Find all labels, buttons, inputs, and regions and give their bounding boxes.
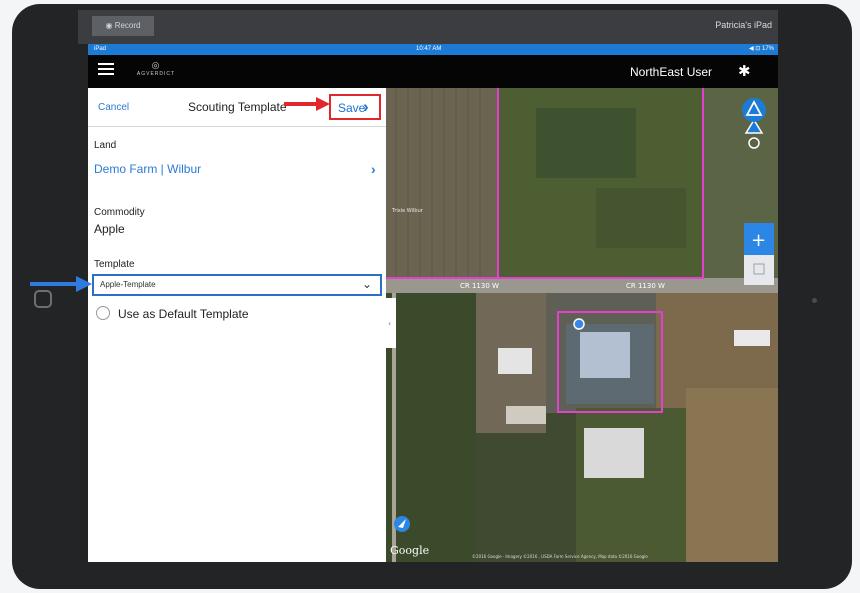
record-button[interactable]: ◉ Record [92,16,154,36]
field-label: Trixie Wilbur [391,208,424,214]
default-template-radio[interactable] [96,306,110,320]
status-time: 10:47 AM [416,46,442,52]
svg-text:‹: ‹ [388,319,391,328]
panel-title: Scouting Template [188,100,287,114]
logo-text: AGVERDICT [136,71,176,77]
status-battery: ◀ ⊡ 17% [749,46,774,52]
status-carrier: iPad [94,46,107,52]
hamburger-menu-icon[interactable] [98,63,114,76]
device-name: Patricia's iPad [715,20,772,30]
scouting-template-panel: Cancel Scouting Template Save › Land Dem… [88,88,386,562]
template-select-value: Apple-Template [100,280,156,289]
satellite-map[interactable]: + ‹ Trixie Wilbur CR 1130 W CR 1130 W Go… [386,88,778,562]
blue-arrow-annotation [30,276,92,292]
panel-header: Cancel Scouting Template Save › [88,88,386,127]
road-label: CR 1130 W [626,282,665,290]
map-copyright: ©2016 Google · Imagery ©2016 , USDA Farm… [472,554,648,559]
camera-dot [812,298,817,303]
svg-text:+: + [751,230,766,251]
commodity-label: Commodity [94,207,145,218]
land-label: Land [94,140,117,151]
road-label: CR 1130 W [460,282,499,290]
app-header: ◎ AGVERDICT NorthEast User ✱ [88,55,778,88]
recorder-bar [78,10,778,44]
chevron-down-icon: ⌄ [361,277,372,291]
commodity-value: Apple [94,222,125,236]
screen: iPad 10:47 AM ◀ ⊡ 17% ◎ AGVERDICT NorthEa… [88,44,778,562]
template-select[interactable]: Apple-Template ⌄ [92,274,382,296]
template-label: Template [94,259,135,270]
chevron-right-icon: › [363,97,369,116]
chevron-right-icon[interactable]: › [371,161,376,177]
red-arrow-annotation [284,97,330,111]
user-name[interactable]: NorthEast User [630,65,712,79]
gear-icon[interactable]: ✱ [738,62,751,80]
google-attribution: Google [390,544,429,557]
default-template-label[interactable]: Use as Default Template [118,307,249,321]
land-value[interactable]: Demo Farm | Wilbur [94,162,201,176]
cancel-button[interactable]: Cancel [98,102,129,113]
map-imagery: + ‹ Trixie Wilbur CR 1130 W CR 1130 W Go… [386,88,778,562]
status-bar: iPad 10:47 AM ◀ ⊡ 17% [88,44,778,55]
save-label: Save [338,101,366,115]
save-button[interactable]: Save › [329,94,381,120]
app-logo: ◎ AGVERDICT [136,60,176,77]
